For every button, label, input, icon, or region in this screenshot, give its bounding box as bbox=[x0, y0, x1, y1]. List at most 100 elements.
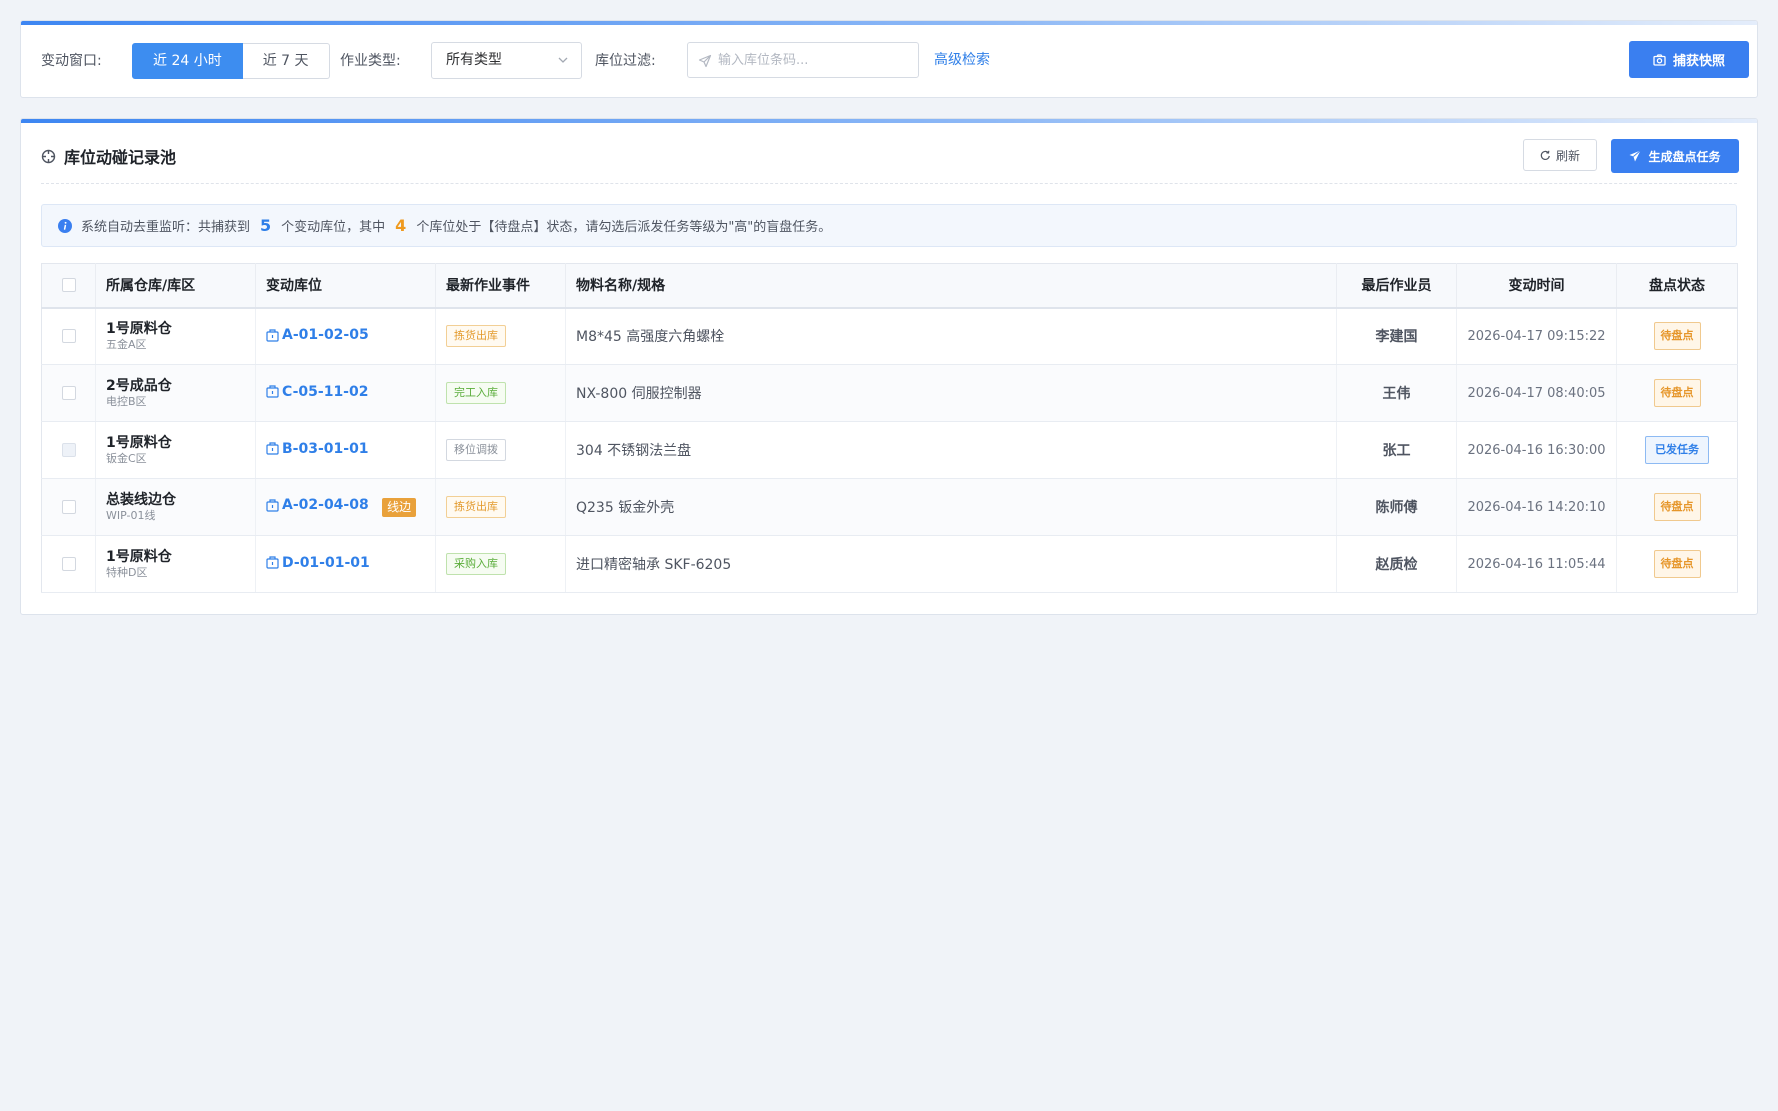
panel-title: 库位动碰记录池 bbox=[64, 148, 177, 167]
col-time: 变动时间 bbox=[1456, 263, 1617, 309]
info-icon bbox=[58, 218, 72, 233]
notice-text-3: 个库位处于【待盘点】状态，请勾选后派发任务等级为"高"的盲盘任务。 bbox=[416, 220, 832, 235]
warehouse-name: 1号原料仓 bbox=[106, 320, 172, 337]
changed-count: 5 bbox=[260, 216, 272, 235]
advanced-search-link[interactable]: 高级检索 bbox=[934, 51, 990, 69]
operator-name: 张工 bbox=[1382, 443, 1411, 459]
window-toggle: 近 24 小时 近 7 天 bbox=[132, 43, 330, 79]
job-type-value: 所有类型 bbox=[446, 52, 502, 68]
job-type-select[interactable]: 所有类型 bbox=[431, 42, 582, 79]
location-link[interactable]: A-01-02-05 bbox=[266, 327, 369, 343]
select-all-cell bbox=[41, 263, 96, 309]
operator-name: 李建国 bbox=[1375, 329, 1418, 346]
event-tag: 拣货出库 bbox=[446, 325, 506, 348]
col-material: 物料名称/规格 bbox=[565, 263, 1337, 309]
change-time: 2026-04-17 09:15:22 bbox=[1467, 329, 1606, 345]
col-operator: 最后作业员 bbox=[1336, 263, 1457, 309]
warehouse-name: 2号成品仓 bbox=[106, 377, 172, 394]
refresh-icon bbox=[1540, 150, 1551, 161]
location-link[interactable]: B-03-01-01 bbox=[266, 441, 369, 457]
change-time: 2026-04-16 16:30:00 bbox=[1467, 443, 1606, 458]
table-row[interactable]: 2号成品仓 电控B区 C-05-11-02 完工入库 NX-800 伺服控制器 … bbox=[41, 364, 1738, 422]
refresh-button[interactable]: 刷新 bbox=[1523, 139, 1597, 171]
warehouse-zone: 特种D区 bbox=[106, 565, 148, 579]
row-checkbox[interactable] bbox=[61, 557, 76, 571]
paper-plane-icon bbox=[1629, 150, 1642, 162]
capture-snapshot-label: 捕获快照 bbox=[1672, 54, 1725, 69]
warehouse-zone: WIP-01线 bbox=[106, 508, 156, 522]
job-type-label: 作业类型: bbox=[340, 53, 401, 69]
location-filter bbox=[687, 42, 919, 78]
location-pool-panel: 库位动碰记录池 刷新 生成盘点任务 系统自动去重监听：共捕获到 5 个变动库位，… bbox=[20, 118, 1758, 615]
status-badge: 待盘点 bbox=[1653, 550, 1701, 578]
capture-snapshot-button[interactable]: 捕获快照 bbox=[1629, 41, 1749, 78]
change-time: 2026-04-17 08:40:05 bbox=[1467, 386, 1606, 401]
warehouse-zone: 电控B区 bbox=[106, 394, 147, 408]
status-badge: 待盘点 bbox=[1653, 379, 1701, 407]
generate-count-task-button[interactable]: 生成盘点任务 bbox=[1611, 139, 1739, 173]
table-row[interactable]: 1号原料仓 钣金C区 B-03-01-01 移位调拨 304 不锈钢法兰盘 张工… bbox=[41, 421, 1738, 479]
camera-icon bbox=[1653, 53, 1666, 66]
row-checkbox[interactable] bbox=[61, 500, 76, 514]
box-icon bbox=[266, 556, 279, 569]
generate-task-label: 生成盘点任务 bbox=[1648, 149, 1721, 164]
info-notice: 系统自动去重监听：共捕获到 5 个变动库位，其中 4 个库位处于【待盘点】状态，… bbox=[41, 204, 1737, 247]
box-icon bbox=[266, 498, 279, 512]
location-link[interactable]: D-01-01-01 bbox=[266, 555, 370, 571]
change-time: 2026-04-16 11:05:44 bbox=[1467, 557, 1606, 572]
notice-text-1: 系统自动去重监听：共捕获到 bbox=[81, 220, 251, 235]
location-link[interactable]: A-02-04-08 bbox=[266, 497, 369, 513]
material-name: Q235 钣金外壳 bbox=[576, 500, 675, 516]
send-icon bbox=[698, 53, 712, 68]
refresh-label: 刷新 bbox=[1555, 148, 1580, 163]
location-code: A-01-02-05 bbox=[282, 327, 369, 343]
event-tag: 采购入库 bbox=[446, 553, 506, 575]
location-search-input[interactable] bbox=[718, 43, 914, 77]
material-name: 304 不锈钢法兰盘 bbox=[576, 443, 692, 459]
table-header-row: 所属仓库/库区 变动库位 最新作业事件 物料名称/规格 最后作业员 变动时间 盘… bbox=[41, 263, 1738, 309]
location-code: B-03-01-01 bbox=[282, 440, 369, 457]
operator-name: 赵质检 bbox=[1375, 557, 1418, 573]
box-icon bbox=[266, 385, 279, 398]
table-row[interactable]: 总装线边仓 WIP-01线 A-02-04-08 线边 拣货出库 Q235 钣金… bbox=[41, 478, 1738, 536]
window-24h-button[interactable]: 近 24 小时 bbox=[132, 43, 243, 79]
row-checkbox[interactable] bbox=[61, 386, 76, 400]
panel-header: 库位动碰记录池 bbox=[41, 144, 176, 168]
notice-text-2: 个变动库位，其中 bbox=[281, 220, 386, 235]
location-table: 所属仓库/库区 变动库位 最新作业事件 物料名称/规格 最后作业员 变动时间 盘… bbox=[41, 263, 1738, 593]
chevron-down-icon bbox=[557, 43, 569, 78]
status-badge: 待盘点 bbox=[1653, 322, 1701, 351]
box-icon bbox=[266, 442, 279, 455]
location-link[interactable]: C-05-11-02 bbox=[266, 384, 368, 400]
event-tag: 完工入库 bbox=[446, 382, 506, 404]
warehouse-zone: 五金A区 bbox=[106, 337, 147, 351]
crosshair-icon bbox=[41, 149, 56, 164]
operator-name: 陈师傅 bbox=[1375, 500, 1418, 516]
material-name: M8*45 高强度六角螺栓 bbox=[576, 329, 725, 346]
pending-count: 4 bbox=[395, 216, 407, 235]
location-code: C-05-11-02 bbox=[282, 383, 369, 400]
select-all-checkbox[interactable] bbox=[61, 278, 76, 293]
warehouse-name: 1号原料仓 bbox=[106, 548, 172, 565]
line-side-badge: 线边 bbox=[382, 498, 417, 517]
event-tag: 移位调拨 bbox=[446, 439, 506, 461]
window-7d-button[interactable]: 近 7 天 bbox=[242, 43, 330, 79]
status-badge: 已发任务 bbox=[1645, 436, 1709, 464]
table-row[interactable]: 1号原料仓 五金A区 A-01-02-05 拣货出库 M8*45 高强度六角螺栓… bbox=[41, 307, 1738, 365]
col-warehouse: 所属仓库/库区 bbox=[95, 263, 256, 309]
col-event: 最新作业事件 bbox=[435, 263, 566, 309]
col-status: 盘点状态 bbox=[1616, 263, 1738, 309]
row-checkbox[interactable] bbox=[61, 329, 76, 344]
row-checkbox bbox=[61, 443, 76, 457]
operator-name: 王伟 bbox=[1382, 386, 1411, 402]
table-row[interactable]: 1号原料仓 特种D区 D-01-01-01 采购入库 进口精密轴承 SKF-62… bbox=[41, 535, 1738, 593]
warehouse-name: 总装线边仓 bbox=[106, 491, 176, 508]
warehouse-name: 1号原料仓 bbox=[106, 434, 172, 451]
filter-bar: 变动窗口: 近 24 小时 近 7 天 作业类型: 所有类型 库位过滤: 高级检… bbox=[20, 20, 1758, 98]
change-time: 2026-04-16 14:20:10 bbox=[1467, 500, 1606, 515]
col-location: 变动库位 bbox=[255, 263, 436, 309]
material-name: NX-800 伺服控制器 bbox=[576, 386, 702, 402]
window-label: 变动窗口: bbox=[41, 53, 102, 69]
material-name: 进口精密轴承 SKF-6205 bbox=[576, 557, 732, 573]
location-code: A-02-04-08 bbox=[282, 497, 369, 513]
